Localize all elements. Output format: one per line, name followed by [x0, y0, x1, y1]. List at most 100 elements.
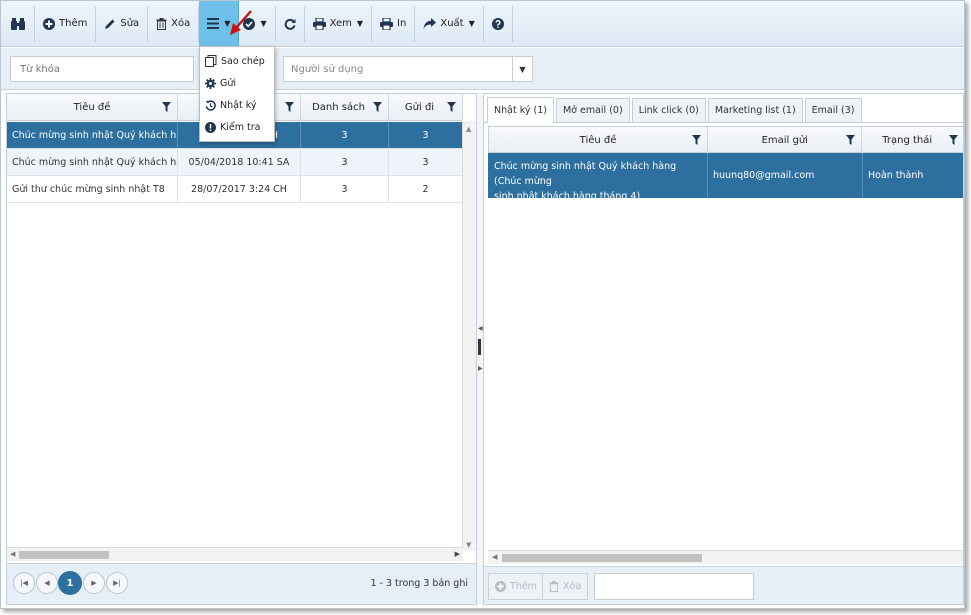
question-circle-icon: [491, 17, 504, 30]
menu-item-label: Sao chép: [221, 55, 265, 67]
binoculars-icon: [11, 17, 25, 30]
column-header-sent[interactable]: Gửi đi: [389, 94, 463, 121]
filter-icon[interactable]: [692, 135, 702, 145]
filter-icon[interactable]: [846, 135, 856, 145]
cell-title: Chúc mừng sinh nhật Quý khách hàng: [7, 149, 178, 175]
cell-title-line: Chúc mừng sinh nhật Quý khách hàng (Chúc…: [494, 161, 677, 187]
delete-log-button[interactable]: Xóa: [542, 573, 589, 600]
column-header-email[interactable]: Email gửi: [708, 127, 863, 154]
column-header-list[interactable]: Danh sách: [301, 94, 389, 121]
horizontal-scrollbar[interactable]: ◀: [488, 550, 963, 564]
cell-list: 3: [301, 122, 389, 148]
menu-item-log[interactable]: Nhật ký: [200, 94, 274, 116]
cell-title: Chúc mừng sinh nhật Quý khách hàng (Chúc…: [488, 153, 708, 198]
splitter-handle[interactable]: [478, 339, 481, 355]
printer-icon: [380, 17, 394, 30]
toolbar: Thêm Sửa Xóa ▼ ▼ Xem ▼ In Xuất ▼: [1, 1, 964, 47]
column-header-label: Danh sách: [312, 102, 365, 113]
search-button[interactable]: [5, 5, 35, 42]
footer-text-input[interactable]: [594, 573, 754, 600]
table-row[interactable]: Gửi thư chúc mừng sinh nhật T8 28/07/201…: [7, 176, 463, 203]
plus-circle-icon: [43, 17, 55, 30]
plus-circle-icon: [495, 581, 506, 592]
user-select-placeholder: Người sử dụng: [291, 64, 364, 75]
scroll-down-icon[interactable]: ▼: [466, 541, 471, 549]
trash-icon: [549, 581, 559, 592]
collapse-right-icon[interactable]: ▶: [478, 365, 483, 372]
table-row[interactable]: Chúc mừng sinh nhật Quý khách hàng 05/04…: [7, 149, 463, 176]
chevron-down-icon: ▼: [260, 19, 267, 28]
app-window: Thêm Sửa Xóa ▼ ▼ Xem ▼ In Xuất ▼ Từ khóa…: [0, 0, 965, 609]
view-button[interactable]: Xem ▼: [305, 5, 373, 42]
column-header-label: Email gửi: [761, 135, 808, 146]
chevron-down-icon: ▼: [468, 19, 475, 28]
menu-item-check[interactable]: Kiểm tra: [200, 116, 274, 138]
column-header-title[interactable]: Tiêu đề: [7, 94, 178, 121]
vertical-scrollbar[interactable]: ▲ ▼: [462, 121, 476, 551]
collapse-left-icon[interactable]: ◀: [478, 325, 483, 332]
prev-page-icon[interactable]: ◀: [36, 572, 58, 594]
user-select[interactable]: Người sử dụng ▼: [283, 56, 533, 82]
printer-icon: [312, 17, 326, 30]
filter-icon[interactable]: [447, 102, 456, 112]
scrollbar-thumb[interactable]: [19, 551, 109, 559]
column-header-label: Trạng thái: [882, 135, 933, 146]
menu-item-send[interactable]: Gửi: [200, 72, 274, 94]
delete-button[interactable]: Xóa: [148, 5, 200, 42]
table-row[interactable]: Chúc mừng sinh nhật Quý khách hàng (Chúc…: [488, 153, 963, 198]
hamburger-icon: [207, 18, 220, 29]
filter-icon[interactable]: [949, 135, 959, 145]
scroll-left-icon[interactable]: ◀: [10, 550, 15, 558]
add-button[interactable]: Thêm: [35, 5, 97, 42]
column-header-status[interactable]: Trạng thái: [862, 127, 963, 154]
current-page-button[interactable]: 1: [58, 571, 82, 595]
scroll-right-icon[interactable]: ▶: [455, 550, 460, 558]
horizontal-scrollbar[interactable]: ◀ ▶: [7, 547, 463, 561]
menu-item-copy[interactable]: Sao chép: [200, 50, 274, 72]
scrollbar-thumb[interactable]: [502, 554, 702, 562]
add-button-label: Thêm: [59, 18, 88, 29]
tab-opened-email[interactable]: Mở email (0): [555, 98, 630, 122]
tab-log[interactable]: Nhật ký (1): [487, 97, 554, 123]
keyword-input[interactable]: [10, 56, 194, 82]
cell-title: Gửi thư chúc mừng sinh nhật T8: [7, 176, 178, 202]
trash-icon: [156, 17, 167, 30]
edit-button[interactable]: Sửa: [96, 5, 149, 42]
cell-sent: 3: [389, 122, 463, 148]
cell-list: 3: [301, 176, 389, 202]
cell-date: 28/07/2017 3:24 CH: [178, 176, 301, 202]
next-page-icon[interactable]: ▶: [83, 572, 105, 594]
gear-icon: [205, 77, 216, 89]
column-header-title[interactable]: Tiêu đề: [489, 127, 709, 154]
history-icon: [205, 99, 216, 111]
refresh-button[interactable]: [276, 5, 305, 42]
cell-sent: 2: [389, 176, 463, 202]
column-header-label: Tiêu đề: [579, 135, 617, 146]
export-button[interactable]: Xuất ▼: [415, 5, 484, 42]
tab-email[interactable]: Email (3): [804, 98, 862, 122]
chevron-down-icon[interactable]: ▼: [512, 57, 532, 81]
filter-icon[interactable]: [373, 102, 382, 112]
scroll-up-icon[interactable]: ▲: [466, 125, 471, 133]
add-log-button[interactable]: Thêm: [488, 573, 544, 600]
filter-icon[interactable]: [285, 102, 294, 112]
delete-button-label: Xóa: [171, 18, 191, 29]
help-button[interactable]: [484, 5, 513, 42]
tab-marketing-list[interactable]: Marketing list (1): [707, 98, 803, 122]
filter-icon[interactable]: [162, 102, 171, 112]
edit-button-label: Sửa: [120, 18, 140, 29]
pager: |◀ ◀ 1 ▶ ▶| 1 - 3 trong 3 bản ghi: [7, 563, 476, 604]
print-button[interactable]: In: [372, 5, 416, 42]
first-page-icon[interactable]: |◀: [13, 572, 35, 594]
annotation-arrow-icon: [230, 10, 252, 35]
last-page-icon[interactable]: ▶|: [106, 572, 128, 594]
tab-link-click[interactable]: Link click (0): [631, 98, 706, 122]
cell-date: 05/04/2018 10:41 SA: [178, 149, 301, 175]
scroll-left-icon[interactable]: ◀: [492, 553, 497, 561]
share-arrow-icon: [423, 18, 437, 29]
column-header-label: Gửi đi: [404, 102, 435, 113]
more-dropdown-menu: Sao chép Gửi Nhật ký Kiểm tra: [199, 46, 275, 142]
log-grid-header: Tiêu đề Email gửi Trạng thái: [488, 126, 963, 154]
add-log-button-label: Thêm: [510, 581, 537, 592]
campaign-grid: Tiêu đề Danh sách Gửi đi Chúc mừng sinh …: [6, 93, 477, 605]
